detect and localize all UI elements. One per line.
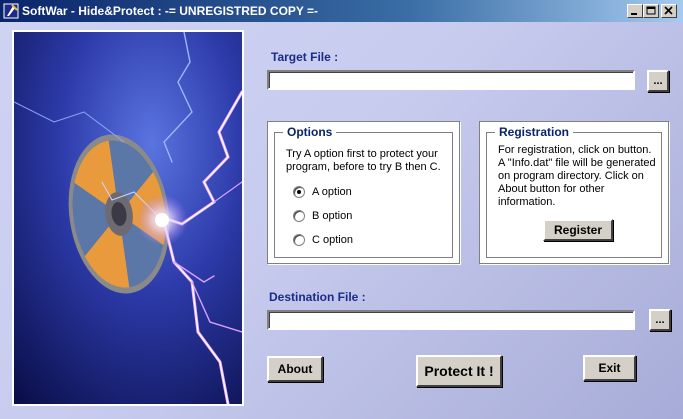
option-c-radio[interactable] — [293, 234, 305, 246]
destination-browse-button[interactable]: ... — [649, 309, 671, 331]
registration-title: Registration — [495, 125, 574, 139]
disc-lightning-image — [12, 30, 244, 406]
exit-button[interactable]: Exit — [583, 355, 636, 381]
option-c-label[interactable]: C option — [312, 234, 353, 246]
target-file-input[interactable] — [267, 70, 635, 90]
client-area: Target File : ... Options Try A option f… — [0, 22, 683, 419]
options-group: Options Try A option first to protect yo… — [274, 125, 453, 258]
about-button[interactable]: About — [267, 356, 323, 382]
option-b-radio[interactable] — [293, 210, 305, 222]
minimize-button[interactable] — [627, 4, 643, 18]
destination-file-label: Destination File : — [269, 290, 366, 304]
maximize-icon — [646, 6, 656, 15]
window-title: SoftWar - Hide&Protect : -= UNREGISTRED … — [22, 4, 319, 18]
protect-button[interactable]: Protect It ! — [416, 355, 502, 387]
option-a-radio[interactable] — [293, 186, 305, 198]
register-button[interactable]: Register — [543, 219, 613, 241]
close-icon — [664, 6, 673, 15]
registration-panel: Registration For registration, click on … — [479, 121, 669, 264]
maximize-button[interactable] — [643, 4, 659, 18]
option-b-label[interactable]: B option — [312, 210, 352, 222]
title-bar[interactable]: SoftWar - Hide&Protect : -= UNREGISTRED … — [0, 0, 683, 22]
app-icon[interactable] — [3, 3, 19, 19]
registration-group: Registration For registration, click on … — [486, 125, 662, 258]
target-browse-button[interactable]: ... — [647, 70, 669, 92]
options-title: Options — [283, 125, 337, 139]
close-button[interactable] — [661, 4, 677, 18]
option-a-label[interactable]: A option — [312, 186, 352, 198]
app-window: SoftWar - Hide&Protect : -= UNREGISTRED … — [0, 0, 683, 419]
registration-description: For registration, click on button. A "In… — [498, 144, 656, 208]
options-description: Try A option first to protect your progr… — [286, 148, 441, 173]
target-file-label: Target File : — [271, 50, 339, 64]
options-panel: Options Try A option first to protect yo… — [267, 121, 460, 264]
minimize-icon — [631, 13, 637, 15]
destination-file-input[interactable] — [267, 310, 635, 330]
